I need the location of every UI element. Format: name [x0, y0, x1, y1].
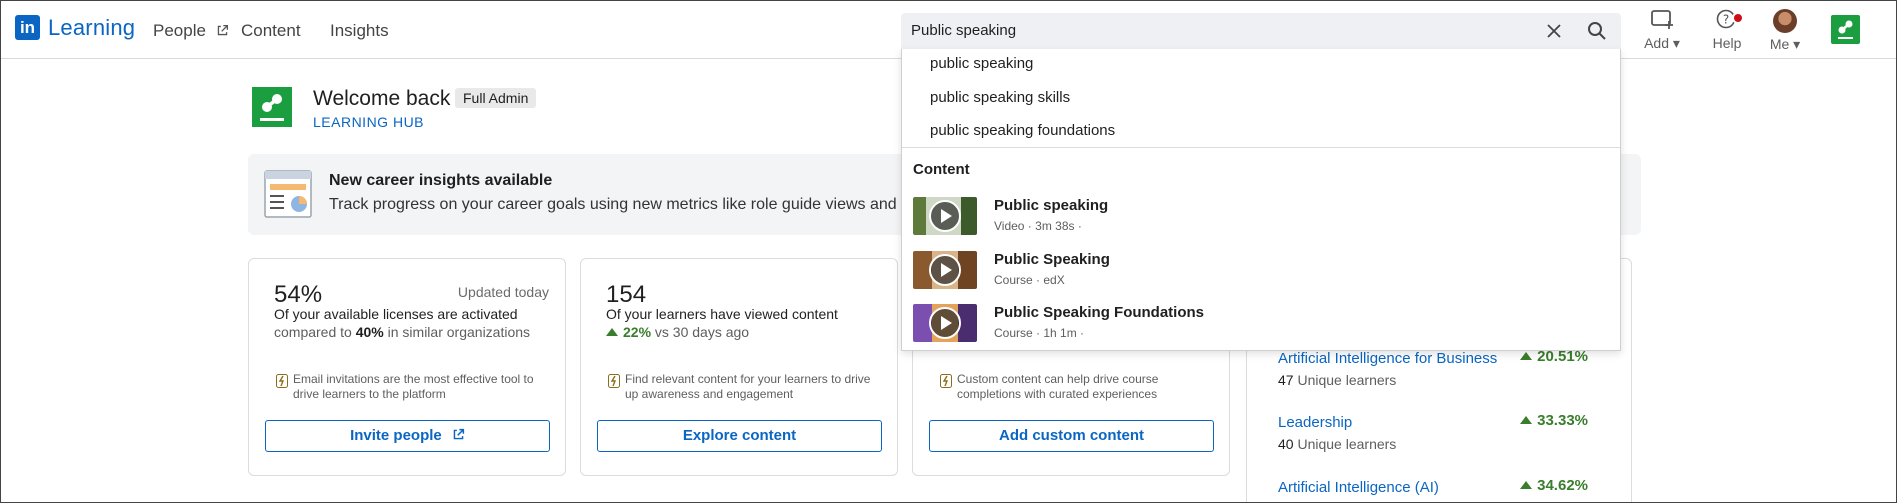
lightbulb-icon: [276, 374, 288, 388]
role-badge: Full Admin: [455, 88, 537, 108]
hub-logo: [252, 87, 292, 127]
nav-insights[interactable]: Insights: [330, 21, 389, 41]
card-tip: Find relevant content for your learners …: [625, 372, 871, 401]
flexis-logo-icon: [1838, 20, 1853, 39]
add-box-icon: [1651, 10, 1673, 29]
add-label: Add ▾: [1644, 35, 1680, 51]
learning-logo-text[interactable]: Learning: [48, 15, 135, 41]
nav-people-label: People: [153, 21, 206, 40]
content-result[interactable]: Public Speaking Foundations Course · 1h …: [913, 304, 1603, 344]
suggestion-item[interactable]: public speaking: [930, 55, 1033, 72]
lightbulb-icon: [608, 374, 620, 388]
activation-percent: 54%: [274, 281, 323, 308]
learner-count: 47 Unique learners: [1278, 372, 1397, 388]
result-title: Public speaking: [994, 197, 1109, 214]
play-icon: [929, 254, 961, 286]
avatar: [1773, 9, 1797, 33]
list-item: Leadership 33.33% 40 Unique learners: [1278, 412, 1618, 452]
external-link-icon: [217, 24, 228, 36]
result-meta: Course · edX: [994, 273, 1065, 287]
nav-content[interactable]: Content: [241, 21, 301, 41]
search-input[interactable]: Public speaking: [911, 22, 1016, 39]
trend-up-icon: [1520, 481, 1533, 489]
card-tip: Custom content can help drive course com…: [957, 372, 1159, 401]
search-bar[interactable]: Public speaking: [901, 13, 1621, 49]
list-item: Artificial Intelligence (AI) 34.62%: [1278, 477, 1618, 496]
learner-count: 40 Unique learners: [1278, 436, 1397, 452]
close-icon[interactable]: [1545, 22, 1563, 40]
list-item: Artificial Intelligence for Business 20.…: [1278, 348, 1618, 388]
result-meta: Video · 3m 38s ·: [994, 219, 1082, 233]
report-illustration-icon: [264, 170, 312, 218]
search-suggestions-dropdown: public speaking public speaking skills p…: [901, 49, 1621, 351]
updated-label: Updated today: [457, 284, 549, 300]
trend-value: 33.33%: [1520, 412, 1588, 429]
card-description: Of your learners have viewed content: [606, 306, 838, 322]
content-result[interactable]: Public speaking Video · 3m 38s ·: [913, 197, 1603, 237]
trend-up-icon: [606, 328, 618, 336]
suggestion-item[interactable]: public speaking skills: [930, 89, 1070, 106]
suggestion-item[interactable]: public speaking foundations: [930, 122, 1115, 139]
course-thumbnail: [913, 251, 977, 289]
learners-count: 154: [606, 281, 647, 308]
help-label: Help: [1712, 35, 1742, 51]
trend-value: 34.62%: [1520, 477, 1588, 494]
me-label: Me ▾: [1769, 36, 1801, 52]
course-thumbnail: [913, 304, 977, 342]
result-title: Public Speaking Foundations: [994, 304, 1205, 321]
license-activation-card: 54% Updated today Of your available lice…: [248, 258, 566, 476]
content-section-heading: Content: [913, 161, 970, 178]
linkedin-logo[interactable]: in: [15, 15, 40, 40]
org-logo[interactable]: [1831, 15, 1860, 44]
lightbulb-icon: [940, 374, 952, 388]
banner-title: New career insights available: [329, 172, 553, 189]
svg-text:?: ?: [1723, 13, 1729, 27]
card-change: 22% vs 30 days ago: [606, 324, 749, 340]
content-result[interactable]: Public Speaking Course · edX: [913, 251, 1603, 291]
play-icon: [929, 307, 961, 339]
trend-up-icon: [1520, 352, 1533, 360]
banner-description: Track progress on your career goals usin…: [329, 196, 897, 213]
result-title: Public Speaking: [994, 251, 1110, 268]
video-thumbnail: [913, 197, 977, 235]
nav-people[interactable]: People: [153, 21, 229, 41]
explore-content-button[interactable]: Explore content: [597, 420, 882, 452]
card-tip: Email invitations are the most effective…: [293, 372, 534, 401]
card-description: Of your available licenses are activated: [274, 306, 518, 322]
divider: [902, 147, 1620, 148]
card-comparison: compared to 40% in similar organizations: [274, 324, 531, 340]
app-window: in Learning People Content Insights Publ…: [0, 0, 1897, 503]
add-custom-content-button[interactable]: Add custom content: [929, 420, 1214, 452]
me-menu[interactable]: Me ▾: [1762, 9, 1808, 53]
notification-badge: [1732, 12, 1744, 24]
help-menu[interactable]: ? Help: [1704, 9, 1750, 51]
learners-viewed-card: 154 Of your learners have viewed content…: [580, 258, 898, 476]
invite-people-button[interactable]: Invite people: [265, 420, 550, 452]
play-icon: [929, 200, 961, 232]
search-icon[interactable]: [1587, 21, 1607, 41]
result-meta: Course · 1h 1m ·: [994, 326, 1085, 340]
learning-hub-link[interactable]: LEARNING HUB: [313, 114, 424, 130]
welcome-title: Welcome back: [313, 87, 451, 110]
flexis-logo-icon: [260, 94, 284, 121]
add-menu[interactable]: Add ▾: [1639, 9, 1685, 52]
external-link-icon: [453, 428, 465, 440]
trend-up-icon: [1520, 416, 1533, 424]
